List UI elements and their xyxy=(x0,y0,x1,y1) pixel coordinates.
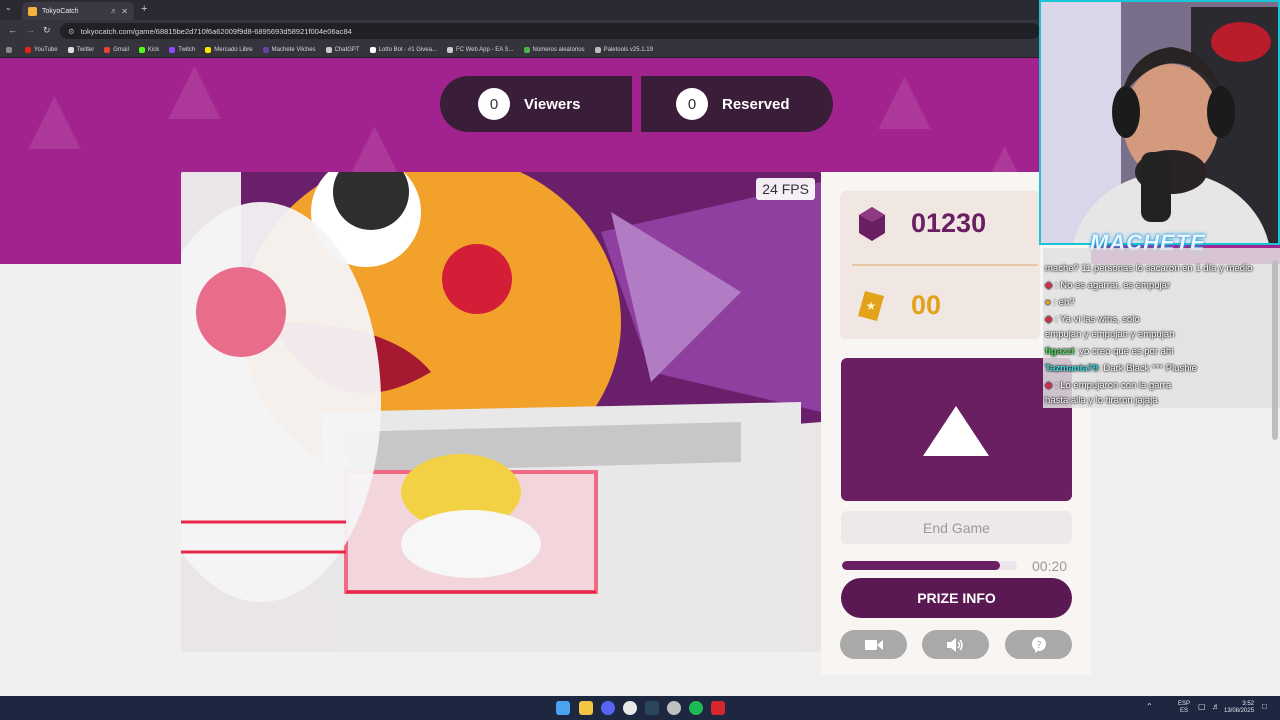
viewers-label: Viewers xyxy=(524,95,581,113)
stream-chat-overlay: mache? 11 personas lo sacaron en 1 día y… xyxy=(1043,248,1280,408)
browser-tab[interactable]: TokyoCatch ♬ ✕ xyxy=(22,2,134,20)
bookmark-machete-vilches[interactable]: Machete Vilches xyxy=(262,46,316,53)
bookmark-mercado-libre[interactable]: Mercado Libre xyxy=(205,46,253,53)
tab-close-icon[interactable]: ✕ xyxy=(121,7,128,16)
bookmark-kick[interactable]: Kick xyxy=(138,46,159,53)
video-frame xyxy=(181,172,821,652)
bookmark-twitter[interactable]: Twitter xyxy=(67,46,94,53)
balance-divider xyxy=(852,264,1038,266)
help-button[interactable]: ? xyxy=(1005,630,1072,659)
volume-icon[interactable]: ♬ xyxy=(1212,703,1220,711)
viewers-counter: 0 Viewers xyxy=(440,76,632,132)
url-field[interactable]: ⚙ tokyocatch.com/game/68815be2d710f6a620… xyxy=(60,23,1040,39)
apps-icon[interactable] xyxy=(6,46,15,53)
chrome-icon[interactable] xyxy=(623,701,637,715)
chat-message: hasta alla y lo tiraron jajaja xyxy=(1045,395,1158,406)
bookmark-twitch[interactable]: Twitch xyxy=(169,46,195,53)
time-progress-bar xyxy=(842,561,1017,570)
discord-icon[interactable] xyxy=(601,701,615,715)
bookmark-paletools[interactable]: Paletools v25.1.19 xyxy=(594,46,653,53)
time-progress-fill xyxy=(842,561,1000,570)
chat-message: ● : eh? xyxy=(1045,297,1075,308)
bookmark-lotto-bot[interactable]: Lotto Bot - #1 Givea... xyxy=(369,46,437,53)
site-favicon-icon xyxy=(28,6,37,16)
url-text: tokyocatch.com/game/68815be2d710f6a62009… xyxy=(80,26,352,36)
reserved-count: 0 xyxy=(676,88,708,120)
countdown-timer: 00:20 xyxy=(1032,558,1068,574)
file-explorer-icon[interactable] xyxy=(579,701,593,715)
fps-badge: 24 FPS xyxy=(756,178,815,200)
chat-message: Tazmania79: Dark Black *** Plushie xyxy=(1045,363,1197,374)
windows-taskbar xyxy=(0,696,1280,720)
chat-message: ◆ : Lo empujaron con la garra xyxy=(1045,380,1172,391)
svg-text:?: ? xyxy=(1036,640,1041,651)
claw-control-pad[interactable] xyxy=(841,358,1072,501)
reserved-label: Reserved xyxy=(722,95,790,113)
back-icon[interactable]: ← xyxy=(8,25,17,35)
camera-switch-button[interactable] xyxy=(840,630,907,659)
video-camera-icon xyxy=(864,639,883,650)
ticket-icon: ★ xyxy=(858,291,884,321)
steam-icon[interactable] xyxy=(645,701,659,715)
ticket-balance: 00 xyxy=(911,290,942,320)
network-icon[interactable]: ▢ xyxy=(1198,703,1206,711)
webcam-image xyxy=(1041,2,1278,243)
chat-message: mache? 11 personas lo sacaron en 1 día y… xyxy=(1045,263,1253,274)
coin-balance: 01230 xyxy=(911,208,987,238)
move-forward-arrow-icon[interactable] xyxy=(921,404,991,458)
bookmark-youtube[interactable]: YouTube xyxy=(25,46,58,53)
tab-audio-icon[interactable]: ♬ xyxy=(110,8,117,15)
prize-info-button[interactable]: PRIZE INFO xyxy=(841,578,1072,618)
chat-message: ◆ : No es agarrar, es empujar xyxy=(1045,280,1171,291)
end-game-button[interactable]: End Game xyxy=(841,511,1072,544)
streamer-webcam xyxy=(1039,0,1280,245)
app-icon[interactable] xyxy=(667,701,681,715)
tab-list-icon[interactable]: ⌄ xyxy=(5,3,12,12)
bookmark-fc-web-app[interactable]: FC Web App - EA S... xyxy=(446,46,514,53)
speaker-icon xyxy=(946,637,963,652)
gem-icon xyxy=(859,207,885,241)
site-info-icon[interactable]: ⚙ xyxy=(68,27,75,36)
sound-toggle-button[interactable] xyxy=(922,630,989,659)
forward-icon[interactable]: → xyxy=(26,25,35,35)
chat-message: figazzi: yo creo que es por ahi xyxy=(1045,346,1174,357)
help-icon: ? xyxy=(1031,636,1046,653)
obs-app-icon[interactable] xyxy=(711,701,725,715)
chat-message: empujan y empujan y empujan xyxy=(1045,329,1175,340)
bookmark-numeros-aleatorios[interactable]: Números aleatorios xyxy=(523,46,585,53)
claw-machine-video-feed: 24 FPS xyxy=(181,172,821,652)
chat-scrollbar[interactable] xyxy=(1272,260,1278,440)
chat-message: ◆ : Ya vi las wins, solo xyxy=(1045,314,1140,325)
clock[interactable]: 3:52 13/08/2025 xyxy=(1224,701,1254,715)
reload-icon[interactable]: ↻ xyxy=(43,25,51,36)
svg-text:★: ★ xyxy=(866,299,877,313)
new-tab-icon[interactable]: + xyxy=(141,3,147,15)
notifications-icon[interactable]: □ xyxy=(1262,703,1267,711)
bookmark-gmail[interactable]: Gmail xyxy=(104,46,129,53)
start-menu-icon[interactable] xyxy=(556,701,570,715)
tray-chevron-icon[interactable]: ⌃ xyxy=(1146,703,1153,711)
tab-title: TokyoCatch xyxy=(42,7,79,15)
spotify-icon[interactable] xyxy=(689,701,703,715)
bookmark-chatgpt[interactable]: ChatGPT xyxy=(325,46,360,53)
reserved-counter: 0 Reserved xyxy=(641,76,833,132)
viewers-count: 0 xyxy=(478,88,510,120)
language-indicator[interactable]: ESP ES xyxy=(1176,701,1192,715)
